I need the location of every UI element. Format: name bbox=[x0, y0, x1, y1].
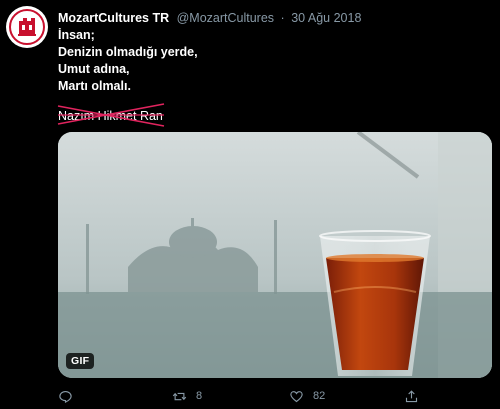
signature: Nazım Hikmet Ran bbox=[57, 103, 165, 127]
gif-media[interactable]: GIF bbox=[58, 132, 492, 378]
retweet-button[interactable]: 8 bbox=[172, 387, 202, 405]
mozart-logo-icon bbox=[7, 7, 47, 47]
tweet-text: İnsan; Denizin olmadığı yerde, Umut adın… bbox=[58, 27, 198, 95]
header-separator: · bbox=[280, 11, 285, 25]
tweet-text-line: Umut adına, bbox=[58, 62, 130, 76]
like-button[interactable]: 82 bbox=[289, 387, 325, 405]
reply-icon bbox=[59, 390, 72, 403]
tea-glass-image bbox=[58, 132, 492, 378]
share-button[interactable] bbox=[404, 387, 419, 405]
avatar[interactable] bbox=[6, 6, 48, 48]
gif-badge: GIF bbox=[66, 353, 95, 369]
tweet-date[interactable]: 30 Ağu 2018 bbox=[291, 11, 361, 25]
tweet-text-line: Denizin olmadığı yerde, bbox=[58, 45, 198, 59]
heart-icon bbox=[290, 390, 303, 402]
retweet-icon bbox=[172, 392, 187, 400]
tweet-header: MozartCultures TR @MozartCultures · 30 A… bbox=[58, 9, 361, 27]
tweet-actions: 8 82 bbox=[58, 387, 478, 405]
tweet-text-line: Martı olmalı. bbox=[58, 79, 131, 93]
signature-text: Nazım Hikmet Ran bbox=[58, 109, 163, 123]
tweet[interactable]: MozartCultures TR @MozartCultures · 30 A… bbox=[0, 0, 500, 409]
reply-button[interactable] bbox=[58, 387, 73, 405]
retweet-count: 8 bbox=[196, 390, 203, 402]
display-name[interactable]: MozartCultures TR bbox=[58, 11, 169, 25]
user-handle[interactable]: @MozartCultures bbox=[177, 11, 274, 25]
share-icon bbox=[405, 389, 418, 402]
tweet-text-line: İnsan; bbox=[58, 28, 95, 42]
like-count: 82 bbox=[313, 390, 326, 402]
